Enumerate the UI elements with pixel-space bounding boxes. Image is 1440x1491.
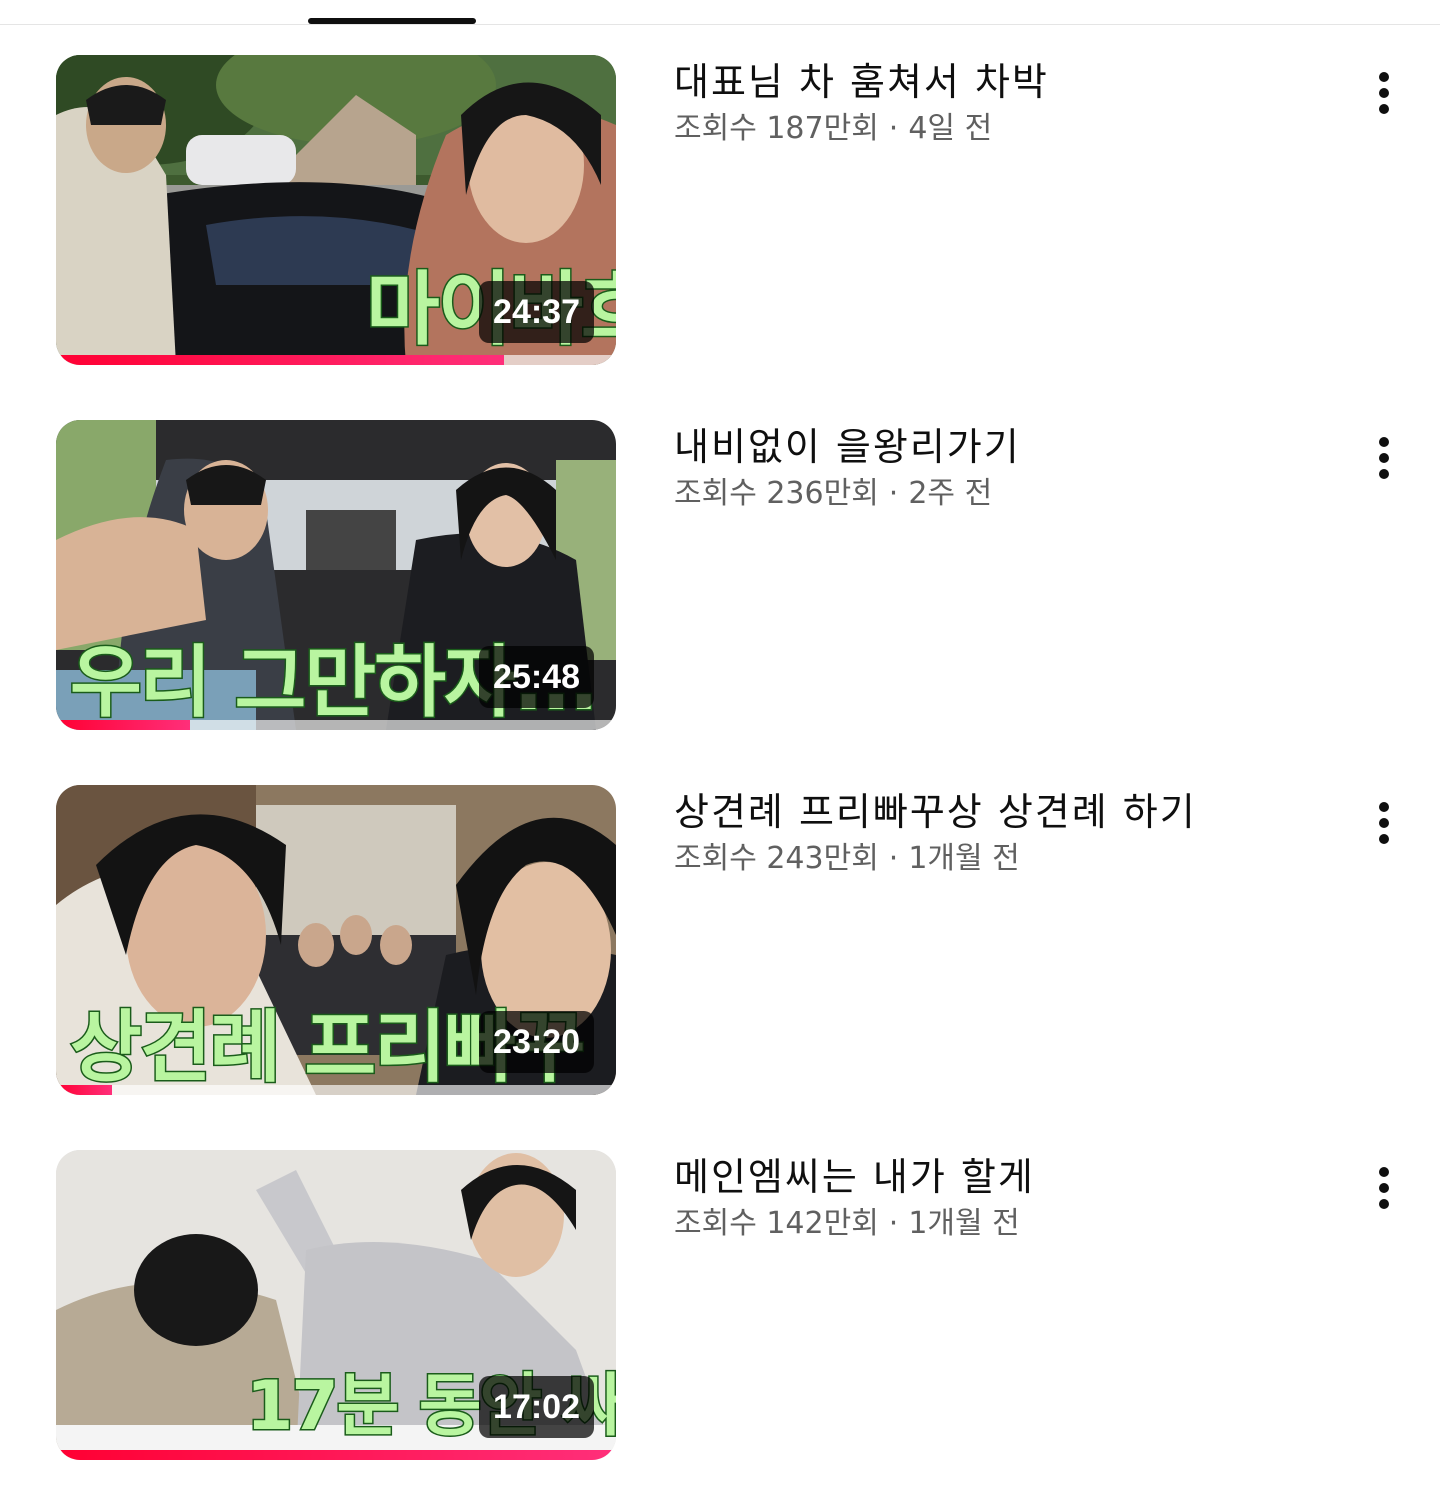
watch-progress-track <box>56 355 616 365</box>
video-thumbnail[interactable]: 우리 그만하자... 25:48 <box>56 420 616 730</box>
meta-separator: · <box>888 111 899 146</box>
video-list-item[interactable]: 상견례 프리빠꾸 23:20 상견례 프리빠꾸상 상견례 하기 조회수 243만… <box>0 785 1440 1095</box>
video-title[interactable]: 내비없이 을왕리가기 <box>674 422 1021 472</box>
video-thumbnail[interactable]: 마이바흐 차박 24:37 <box>56 55 616 365</box>
duration-badge: 24:37 <box>479 281 594 343</box>
more-vertical-icon-dot <box>1379 834 1389 844</box>
more-vertical-icon <box>1379 1167 1389 1177</box>
duration-badge: 25:48 <box>479 646 594 708</box>
watch-progress-fill <box>56 720 191 730</box>
more-vertical-icon-dot <box>1379 104 1389 114</box>
video-list-item[interactable]: 17분 동안 싸우는 영상 17:02 메인엠씨는 내가 할게 조회수 142만… <box>0 1150 1440 1460</box>
more-vertical-icon <box>1379 72 1389 82</box>
more-options-button[interactable] <box>1360 1158 1408 1218</box>
view-count: 조회수 236만회 <box>674 476 879 511</box>
watch-progress-fill <box>56 1085 112 1095</box>
more-vertical-icon-dot <box>1379 469 1389 479</box>
video-title[interactable]: 대표님 차 훔쳐서 차박 <box>674 57 1049 107</box>
watch-progress-fill <box>56 355 504 365</box>
video-title[interactable]: 메인엠씨는 내가 할게 <box>674 1152 1035 1202</box>
watch-progress-track <box>56 1085 616 1095</box>
more-vertical-icon-dot <box>1379 453 1389 463</box>
video-meta: 조회수 142만회 · 1개월 전 <box>674 1202 1020 1246</box>
duration-badge: 17:02 <box>479 1376 594 1438</box>
more-vertical-icon <box>1379 802 1389 812</box>
video-list-item[interactable]: 우리 그만하자... 25:48 내비없이 을왕리가기 조회수 236만회 · 2주… <box>0 420 1440 730</box>
view-count: 조회수 142만회 <box>674 1206 879 1241</box>
watch-progress-fill <box>56 1450 616 1460</box>
video-thumbnail[interactable]: 상견례 프리빠꾸 23:20 <box>56 785 616 1095</box>
more-vertical-icon-dot <box>1379 88 1389 98</box>
video-thumbnail[interactable]: 17분 동안 싸우는 영상 17:02 <box>56 1150 616 1460</box>
watch-progress-track <box>56 1450 616 1460</box>
duration-badge: 23:20 <box>479 1011 594 1073</box>
video-meta: 조회수 243만회 · 1개월 전 <box>674 837 1020 881</box>
more-options-button[interactable] <box>1360 793 1408 853</box>
meta-separator: · <box>888 841 899 876</box>
upload-age: 4일 전 <box>908 111 993 146</box>
video-meta: 조회수 236만회 · 2주 전 <box>674 472 992 516</box>
meta-separator: · <box>888 476 899 511</box>
more-vertical-icon-dot <box>1379 1199 1389 1209</box>
video-list-item[interactable]: 마이바흐 차박 24:37 대표님 차 훔쳐서 차박 조회수 187만회 · 4일 … <box>0 55 1440 365</box>
top-divider <box>0 24 1440 25</box>
meta-separator: · <box>888 1206 899 1241</box>
more-options-button[interactable] <box>1360 63 1408 123</box>
view-count: 조회수 243만회 <box>674 841 879 876</box>
video-meta: 조회수 187만회 · 4일 전 <box>674 107 992 151</box>
upload-age: 2주 전 <box>908 476 993 511</box>
watch-progress-track <box>56 720 616 730</box>
upload-age: 1개월 전 <box>908 1206 1020 1241</box>
more-vertical-icon <box>1379 437 1389 447</box>
view-count: 조회수 187만회 <box>674 111 879 146</box>
upload-age: 1개월 전 <box>908 841 1020 876</box>
more-vertical-icon-dot <box>1379 818 1389 828</box>
more-options-button[interactable] <box>1360 428 1408 488</box>
more-vertical-icon-dot <box>1379 1183 1389 1193</box>
video-title[interactable]: 상견례 프리빠꾸상 상견례 하기 <box>674 787 1197 837</box>
